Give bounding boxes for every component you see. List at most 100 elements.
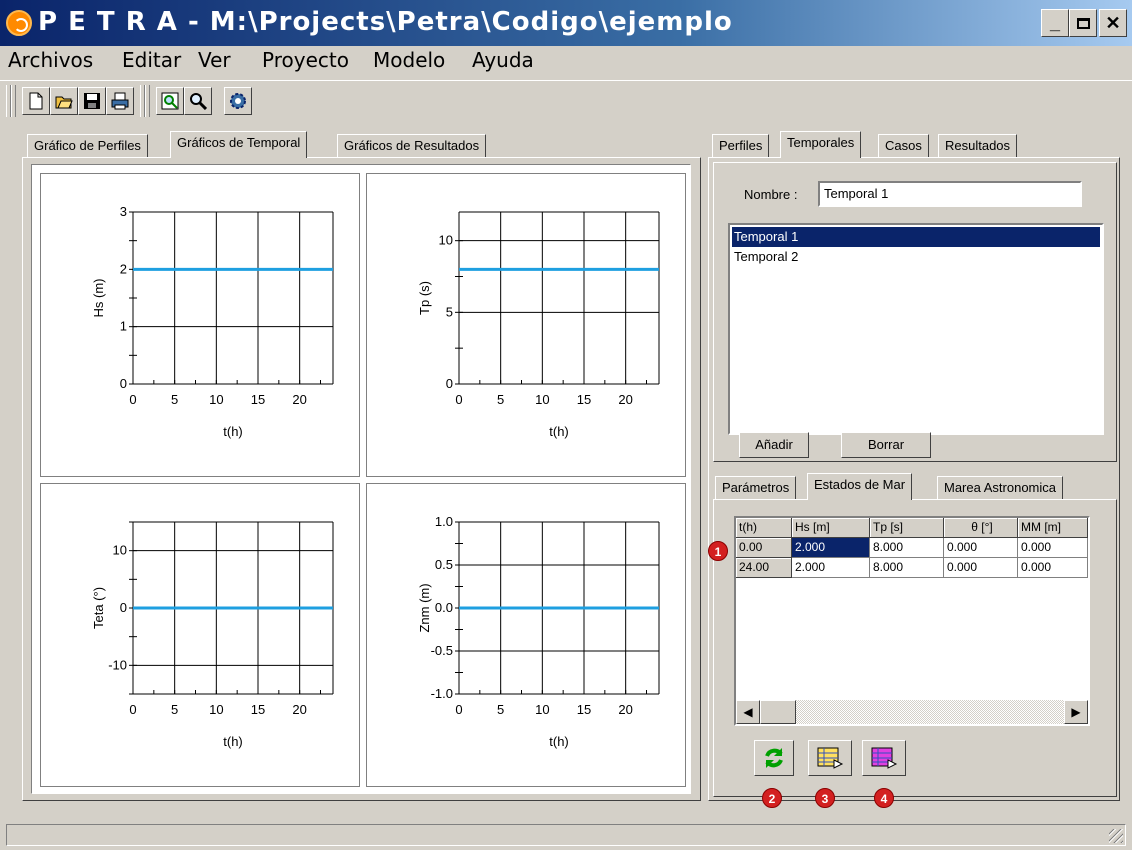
x-tick-label: 20 xyxy=(292,702,306,717)
temporal-section: Nombre : Temporal 1 Temporal 1 Temporal … xyxy=(713,162,1117,462)
minimize-icon: _ xyxy=(1049,13,1060,33)
x-tick-label: 5 xyxy=(497,702,504,717)
grid-cell[interactable]: 8.000 xyxy=(870,538,944,558)
grid-cell[interactable]: 0.000 xyxy=(1018,558,1088,578)
tab-marea-astronomica[interactable]: Marea Astronomica xyxy=(937,476,1063,500)
grid-cell[interactable]: 2.000 xyxy=(792,558,870,578)
grid-cell[interactable]: 2.000 xyxy=(792,538,870,558)
scroll-left-button[interactable]: ◀ xyxy=(736,700,760,724)
export-table-button[interactable] xyxy=(808,740,852,776)
grid-cell[interactable]: 0.000 xyxy=(1018,538,1088,558)
scroll-right-button[interactable]: ▶ xyxy=(1064,700,1088,724)
x-tick-label: 15 xyxy=(251,702,265,717)
y-tick-label: 0 xyxy=(120,376,127,391)
settings-button[interactable] xyxy=(224,87,252,115)
toolbar-grip[interactable] xyxy=(145,85,150,117)
grid-header[interactable]: MM [m] xyxy=(1018,518,1088,538)
new-file-icon xyxy=(27,92,45,110)
grid-header[interactable]: Hs [m] xyxy=(792,518,870,538)
grid-cell[interactable]: 0.000 xyxy=(944,558,1018,578)
tab-perfiles[interactable]: Perfiles xyxy=(712,134,770,158)
save-icon xyxy=(83,92,101,110)
grid-empty-area xyxy=(736,578,1088,700)
menu-modelo[interactable]: Modelo xyxy=(373,48,445,72)
x-tick-label: 10 xyxy=(535,392,549,407)
arrow-right-icon: ▶ xyxy=(1071,705,1081,719)
refresh-button[interactable] xyxy=(754,740,794,776)
grid-cell[interactable]: 8.000 xyxy=(870,558,944,578)
badge-2: 2 xyxy=(762,788,782,808)
tab-estados-de-mar[interactable]: Estados de Mar xyxy=(807,473,913,500)
nombre-input[interactable]: Temporal 1 xyxy=(818,181,1082,207)
anadir-button[interactable]: Añadir xyxy=(739,432,809,458)
open-folder-icon xyxy=(55,92,73,110)
new-file-button[interactable] xyxy=(22,87,50,115)
list-item-temporal-1[interactable]: Temporal 1 xyxy=(732,227,1100,247)
tab-temporales[interactable]: Temporales xyxy=(780,131,862,158)
import-table-button[interactable] xyxy=(862,740,906,776)
x-axis-label: t(h) xyxy=(223,734,243,749)
list-item-temporal-2[interactable]: Temporal 2 xyxy=(732,247,1100,267)
tab-graficos-temporal[interactable]: Gráficos de Temporal xyxy=(170,131,308,158)
y-tick-label: 10 xyxy=(113,543,127,558)
save-button[interactable] xyxy=(78,87,106,115)
x-tick-label: 0 xyxy=(129,702,136,717)
print-button[interactable] xyxy=(106,87,134,115)
y-tick-label: 5 xyxy=(446,304,453,319)
borrar-button[interactable]: Borrar xyxy=(841,432,931,458)
preview-button[interactable] xyxy=(156,87,184,115)
refresh-icon xyxy=(762,748,786,773)
grid-body: t(h) Hs [m] Tp [s] θ [°] MM [m] 0.00 2.000 8.00… xyxy=(736,518,1088,700)
temporal-listbox[interactable]: Temporal 1 Temporal 2 xyxy=(728,223,1104,435)
x-tick-label: 20 xyxy=(618,392,632,407)
sub-tab-strip: Parámetros Estados de Mar Marea Astronom… xyxy=(715,472,1115,502)
scroll-thumb[interactable] xyxy=(760,700,796,724)
menu-archivos[interactable]: Archivos xyxy=(8,48,93,72)
left-tab-strip: Gráfico de Perfiles Gráficos de Temporal… xyxy=(27,130,707,160)
resize-grip-icon[interactable] xyxy=(1109,829,1123,843)
open-button[interactable] xyxy=(50,87,78,115)
x-tick-label: 0 xyxy=(129,392,136,407)
hs-chart-svg: 0 5 10 15 20 0 1 2 3 t(h) Hs (m) xyxy=(91,204,334,439)
grid-row-header[interactable]: 0.00 xyxy=(736,538,792,558)
badge-1: 1 xyxy=(708,541,728,561)
y-tick-label: 1 xyxy=(120,319,127,334)
menu-ver[interactable]: Ver xyxy=(198,48,231,72)
grid-cell[interactable]: 0.000 xyxy=(944,538,1018,558)
menu-proyecto[interactable]: Proyecto xyxy=(262,48,349,72)
grid-header[interactable]: t(h) xyxy=(736,518,792,538)
left-tab-panel: 0 5 10 15 20 0 1 2 3 t(h) Hs (m) 0 5 10 15 20 0 5 10 t(h) T… xyxy=(22,157,701,801)
minimize-button[interactable]: _ xyxy=(1041,9,1069,37)
y-axis-label: Teta (°) xyxy=(91,587,106,629)
grid-header[interactable]: Tp [s] xyxy=(870,518,944,538)
close-icon: ✕ xyxy=(1105,13,1121,33)
tab-grafico-perfiles[interactable]: Gráfico de Perfiles xyxy=(27,134,148,158)
sea-states-grid[interactable]: t(h) Hs [m] Tp [s] θ [°] MM [m] 0.00 2.000 8.00… xyxy=(734,516,1090,726)
grid-row-header[interactable]: 24.00 xyxy=(736,558,792,578)
maximize-button[interactable] xyxy=(1069,9,1097,37)
menu-bar: Archivos Editar Ver Proyecto Modelo Ayud… xyxy=(0,46,1132,78)
close-button[interactable]: ✕ xyxy=(1099,9,1127,37)
zoom-button[interactable] xyxy=(184,87,212,115)
horizontal-scrollbar[interactable]: ◀ ▶ xyxy=(736,700,1088,724)
x-tick-label: 0 xyxy=(455,702,462,717)
tab-graficos-resultados[interactable]: Gráficos de Resultados xyxy=(337,134,487,158)
tab-parametros[interactable]: Parámetros xyxy=(715,476,797,500)
x-tick-label: 10 xyxy=(209,702,223,717)
title-bar[interactable]: P E T R A - M:\Projects\Petra\Codigo\eje… xyxy=(0,0,1132,46)
x-tick-label: 0 xyxy=(455,392,462,407)
tab-casos[interactable]: Casos xyxy=(878,134,929,158)
y-tick-label: 3 xyxy=(120,204,127,219)
charts-area: 0 5 10 15 20 0 1 2 3 t(h) Hs (m) 0 5 10 15 20 0 5 10 t(h) T… xyxy=(31,164,691,794)
menu-editar[interactable]: Editar xyxy=(122,48,181,72)
menu-ayuda[interactable]: Ayuda xyxy=(472,48,534,72)
toolbar-grip[interactable] xyxy=(11,85,16,117)
tab-resultados[interactable]: Resultados xyxy=(938,134,1018,158)
x-axis-label: t(h) xyxy=(549,734,569,749)
grid-header[interactable]: θ [°] xyxy=(944,518,1018,538)
chart-znm: 0 5 10 15 20 -1.0 -0.5 0.0 0.5 1.0 t(h) Znm (m) xyxy=(366,483,686,787)
y-tick-label: 0 xyxy=(120,600,127,615)
y-tick-label: 10 xyxy=(439,233,453,248)
x-tick-label: 5 xyxy=(171,702,178,717)
teta-chart-svg: 0 5 10 15 20 -10 0 10 t(h) Teta (°) xyxy=(91,521,334,749)
